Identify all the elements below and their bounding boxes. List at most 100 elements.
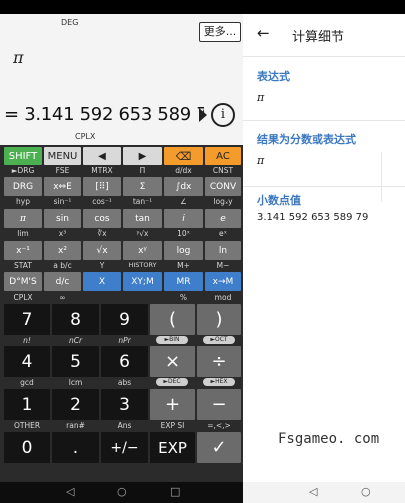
dms-key[interactable]: D°M'S <box>4 272 42 291</box>
back-nav-icon[interactable]: ◁ <box>66 485 74 498</box>
digit-7-key[interactable]: 7 <box>4 304 50 335</box>
expression-line[interactable]: π <box>13 48 24 67</box>
euler-key[interactable]: e <box>205 209 241 228</box>
key-sublabel: n! <box>23 336 31 345</box>
key-sublabel: abs <box>117 378 132 387</box>
sqrt-key[interactable]: √x <box>83 241 121 260</box>
fraction-key[interactable]: d/c <box>44 272 81 291</box>
key-sublabel: tan⁻¹ <box>132 197 153 206</box>
key-sublabel: OTHER <box>13 421 41 430</box>
divide-key[interactable]: ÷ <box>197 346 241 377</box>
home-nav-icon[interactable]: ○ <box>361 485 371 498</box>
close-paren-key[interactable]: ) <box>197 304 241 335</box>
complex-mode-indicator: CPLX <box>75 132 96 141</box>
key-sublabel: HISTORY <box>128 261 157 269</box>
decimal-value: 3.141 592 653 589 79 <box>257 212 369 223</box>
result-line: = 3.141 592 653 589 7 <box>4 104 204 125</box>
digit-3-key[interactable]: 3 <box>101 389 148 420</box>
cos-key[interactable]: cos <box>83 209 121 228</box>
key-sublabel: EXP SI <box>160 421 185 430</box>
log-key[interactable]: log <box>164 241 203 260</box>
angle-mode-indicator: DEG <box>61 18 79 27</box>
reciprocal-key[interactable]: x⁻¹ <box>4 241 42 260</box>
info-button[interactable]: i <box>211 103 235 127</box>
digit-1-key[interactable]: 1 <box>4 389 50 420</box>
calculator-panel: DEG 更多... π = 3.141 592 653 589 7 i CPLX… <box>0 14 243 482</box>
keypad-row-6: 7 8 9 ( ) <box>0 304 243 335</box>
all-clear-key[interactable]: AC <box>205 147 241 165</box>
sum-key[interactable]: Σ <box>123 177 162 196</box>
key-sublabel: FSE <box>55 166 70 175</box>
key-sublabel: CPLX <box>13 293 33 302</box>
more-button[interactable]: 更多... <box>199 22 241 42</box>
back-arrow-icon[interactable]: ← <box>257 24 270 42</box>
digit-5-key[interactable]: 5 <box>52 346 99 377</box>
evaluate-key[interactable]: ✓ <box>197 432 241 463</box>
shift-key[interactable]: SHIFT <box>4 147 42 165</box>
variable-x-key[interactable]: X <box>83 272 121 291</box>
key-sublabel: ∛x <box>97 229 107 238</box>
digit-4-key[interactable]: 4 <box>4 346 50 377</box>
multiply-key[interactable]: × <box>150 346 195 377</box>
status-bar <box>0 0 405 14</box>
calculator-display: DEG 更多... π = 3.141 592 653 589 7 i CPLX <box>0 14 243 145</box>
pi-key[interactable]: π <box>4 209 42 228</box>
key-sublabel: hyp <box>16 197 30 206</box>
backspace-key[interactable]: ⌫ <box>164 147 203 165</box>
digit-8-key[interactable]: 8 <box>52 304 99 335</box>
plus-key[interactable]: + <box>150 389 195 420</box>
result-overflow-arrow-icon[interactable] <box>199 108 207 122</box>
exponent-key[interactable]: EXP <box>150 432 195 463</box>
recents-nav-icon[interactable]: □ <box>170 485 180 498</box>
to-decimal-key[interactable]: ►DEC <box>156 378 188 386</box>
digit-0-key[interactable]: 0 <box>4 432 50 463</box>
square-key[interactable]: x² <box>44 241 81 260</box>
key-sublabel: cos⁻¹ <box>92 197 112 206</box>
key-sublabel: nPr <box>118 336 131 345</box>
back-nav-icon[interactable]: ◁ <box>309 485 317 498</box>
drg-key[interactable]: DRG <box>4 177 42 196</box>
power-key[interactable]: xʸ <box>123 241 162 260</box>
decimal-value-label: 小数点值 <box>257 194 301 207</box>
sin-key[interactable]: sin <box>44 209 81 228</box>
menu-key[interactable]: MENU <box>44 147 81 165</box>
to-binary-key[interactable]: ►BIN <box>156 336 188 344</box>
keypad-row-9: 0 . +/− EXP ✓ <box>0 432 243 463</box>
negate-key[interactable]: +/− <box>101 432 148 463</box>
keypad-row-7: 4 5 6 × ÷ <box>0 346 243 377</box>
cursor-right-key[interactable]: ▶ <box>123 147 162 165</box>
key-sublabel: nCr <box>68 336 83 345</box>
scroll-handle[interactable] <box>381 152 405 202</box>
key-sublabel: M+ <box>177 261 190 270</box>
matrix-key[interactable]: [⠿] <box>83 177 121 196</box>
digit-9-key[interactable]: 9 <box>101 304 148 335</box>
key-sublabel: x³ <box>58 229 67 238</box>
key-sublabel: mod <box>214 293 232 302</box>
minus-key[interactable]: − <box>197 389 241 420</box>
keypad-row-2: DRG x⇔E [⠿] Σ ∫dx CONV <box>0 177 243 196</box>
digit-2-key[interactable]: 2 <box>52 389 99 420</box>
system-nav-bar: ◁ ○ □ <box>0 482 243 503</box>
key-sublabel: M− <box>216 261 230 270</box>
to-hex-key[interactable]: ►HEX <box>203 378 235 386</box>
x-to-e-key[interactable]: x⇔E <box>44 177 81 196</box>
memory-recall-key[interactable]: MR <box>164 272 203 291</box>
integral-key[interactable]: ∫dx <box>164 177 203 196</box>
home-nav-icon[interactable]: ○ <box>117 485 127 498</box>
to-octal-key[interactable]: ►OCT <box>203 336 235 344</box>
decimal-point-key[interactable]: . <box>52 432 99 463</box>
tan-key[interactable]: tan <box>123 209 162 228</box>
variable-xym-key[interactable]: XY;M <box>123 272 162 291</box>
key-sublabel: lim <box>17 229 29 238</box>
key-sublabel: 10ˣ <box>177 229 190 238</box>
store-memory-key[interactable]: x→M <box>205 272 241 291</box>
ln-key[interactable]: ln <box>205 241 241 260</box>
imaginary-key[interactable]: i <box>164 209 203 228</box>
convert-key[interactable]: CONV <box>205 177 241 196</box>
open-paren-key[interactable]: ( <box>150 304 195 335</box>
key-sublabel: ran# <box>66 421 85 430</box>
digit-6-key[interactable]: 6 <box>101 346 148 377</box>
divider <box>243 186 405 187</box>
key-sublabel: gcd <box>20 378 34 387</box>
cursor-left-key[interactable]: ◀ <box>83 147 121 165</box>
